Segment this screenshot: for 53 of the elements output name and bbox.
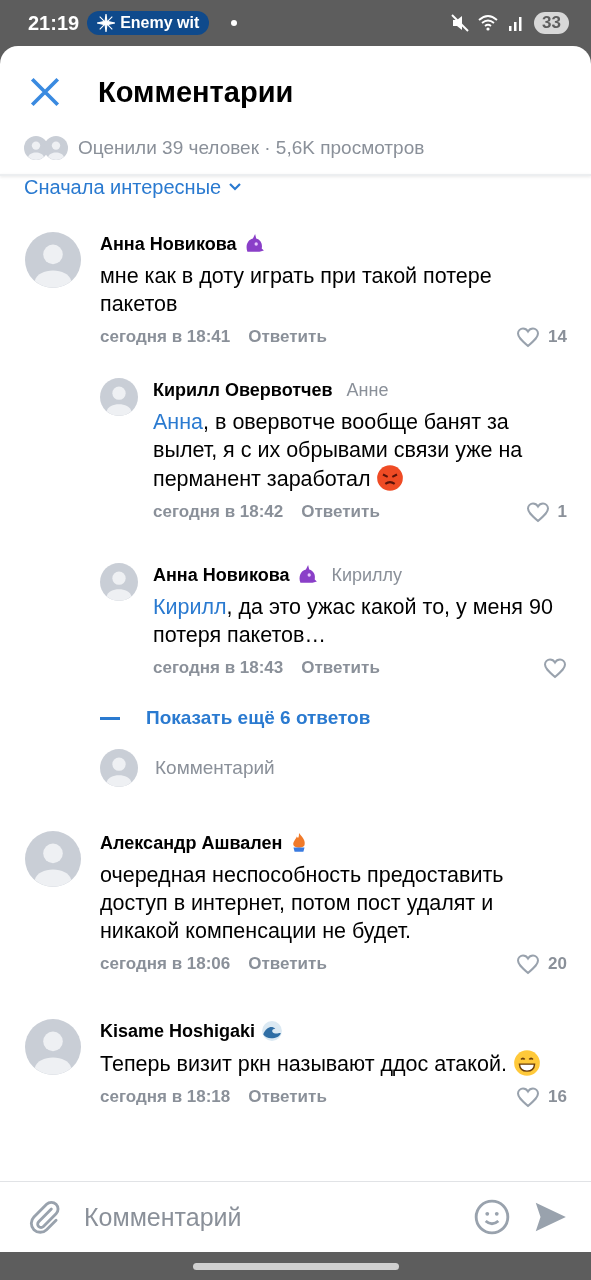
avatar[interactable] bbox=[25, 831, 81, 887]
comment-time: сегодня в 18:42 bbox=[153, 502, 284, 522]
angry-face-icon bbox=[376, 464, 405, 492]
reply-link[interactable]: Ответить bbox=[301, 658, 380, 678]
emoji-icon[interactable] bbox=[473, 1198, 511, 1236]
sparkle-icon bbox=[97, 14, 116, 32]
avatar[interactable] bbox=[25, 232, 81, 288]
wifi-icon bbox=[478, 13, 499, 33]
grinning-face-icon bbox=[512, 1049, 541, 1077]
author-name[interactable]: Анна Новикова bbox=[153, 563, 290, 587]
sheet-title: Комментарии bbox=[98, 75, 294, 109]
battery-level: 33 bbox=[534, 12, 569, 34]
avatar[interactable] bbox=[25, 1019, 81, 1075]
comment-text: Анна, в овервотче вообще банят за вылет, я с их обрывами связи уже на перманент заработал bbox=[153, 409, 524, 493]
comment-text: мне как в доту играть при такой потере пакетов bbox=[100, 263, 493, 318]
show-more-replies[interactable]: Показать ещё 6 ответов bbox=[100, 707, 371, 729]
avatar[interactable] bbox=[44, 136, 68, 160]
avatar[interactable] bbox=[100, 563, 138, 601]
comment-text: очередная неспособность предоставить доступ в интернет, потом пост удалят и никакой компенсации не будет. bbox=[100, 862, 505, 945]
like-button[interactable]: 16 bbox=[516, 1086, 567, 1108]
reply-field[interactable]: Комментарий bbox=[155, 757, 375, 779]
avatar[interactable] bbox=[100, 749, 138, 787]
comment-time: сегодня в 18:41 bbox=[100, 327, 231, 347]
like-button[interactable]: 14 bbox=[516, 326, 567, 348]
reply-link[interactable]: Ответить bbox=[248, 1087, 327, 1107]
comment-input[interactable]: Комментарий bbox=[84, 1202, 453, 1232]
notification-dot bbox=[231, 20, 238, 26]
like-button[interactable] bbox=[543, 657, 567, 679]
close-icon[interactable] bbox=[28, 75, 62, 109]
like-button[interactable]: 1 bbox=[525, 501, 567, 523]
reply-link[interactable]: Ответить bbox=[248, 327, 327, 347]
author-name[interactable]: Kisame Hoshigaki bbox=[100, 1019, 256, 1043]
author-name[interactable]: Кирилл Овервотчев bbox=[153, 378, 333, 402]
like-button[interactable]: 20 bbox=[516, 953, 567, 975]
reply-link[interactable]: Ответить bbox=[301, 502, 380, 522]
sort-dropdown[interactable]: Сначала интересные bbox=[0, 176, 268, 198]
comment-time: сегодня в 18:43 bbox=[153, 658, 284, 678]
mute-icon bbox=[450, 13, 471, 33]
comment-text: Кирилл, да это ужас какой то, у меня 90 потеря пакетов… bbox=[153, 594, 554, 649]
status-time: 21:19 bbox=[28, 11, 80, 35]
reply-to: Кириллу bbox=[331, 564, 403, 587]
media-chip[interactable]: Enemy wit bbox=[87, 11, 210, 35]
likes-views-stats[interactable]: Оценили 39 человек · 5,6K просмотров bbox=[78, 137, 425, 159]
comment-time: сегодня в 18:06 bbox=[100, 954, 231, 974]
author-name[interactable]: Анна Новикова bbox=[100, 232, 237, 256]
avatar[interactable] bbox=[100, 378, 138, 416]
wave-icon bbox=[261, 1020, 284, 1042]
reply-link[interactable]: Ответить bbox=[248, 954, 327, 974]
author-name[interactable]: Александр Ашвален bbox=[100, 831, 283, 855]
comment-time: сегодня в 18:18 bbox=[100, 1087, 231, 1107]
comment-text: Теперь визит ркн называют ддос атакой. bbox=[100, 1049, 567, 1078]
home-handle[interactable] bbox=[192, 1262, 399, 1270]
reply-to: Анне bbox=[346, 379, 389, 402]
